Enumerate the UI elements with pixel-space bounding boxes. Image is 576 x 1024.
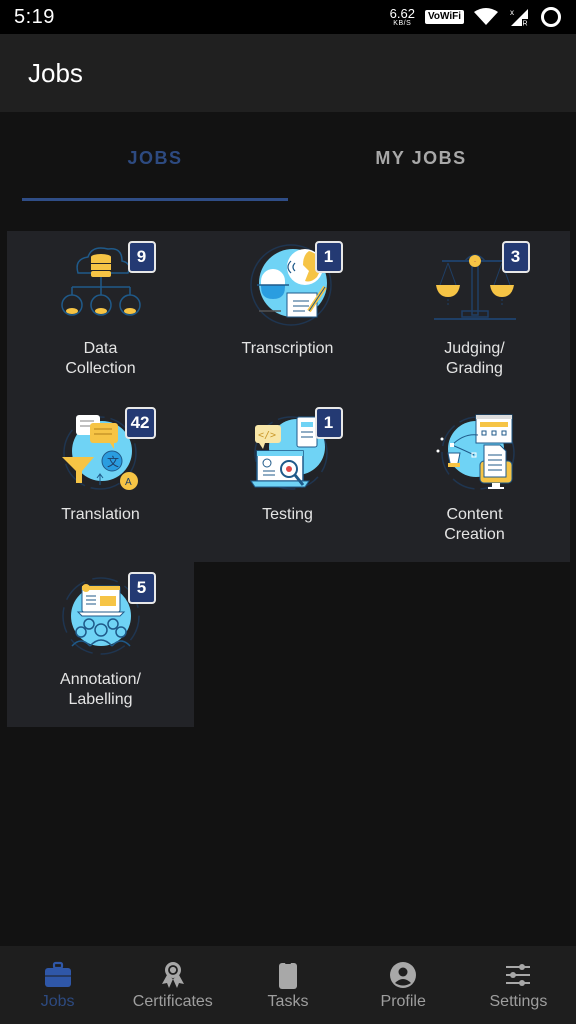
svg-text:x: x (510, 8, 514, 17)
category-card-testing[interactable]: </> 1 Testing (194, 397, 381, 562)
nav-label: Profile (380, 993, 426, 1010)
category-icon-wrap: 5 (56, 570, 156, 660)
nav-item-tasks[interactable]: Tasks (230, 946, 345, 1024)
tab-indicator (22, 198, 288, 201)
nav-label: Tasks (267, 993, 309, 1010)
tab-my-jobs-label: MY JOBS (375, 147, 467, 168)
network-speed: 6.62 KB/S (390, 7, 415, 27)
vowifi-badge: VoWiFi (424, 10, 464, 24)
tab-jobs[interactable]: JOBS (22, 112, 288, 204)
category-card-annotation-labelling[interactable]: 5 Annotation/ Labelling (7, 562, 194, 727)
content-creation-icon (436, 414, 515, 490)
sliders-icon (506, 964, 531, 986)
job-count-badge: 42 (124, 407, 156, 439)
briefcase-icon (44, 961, 71, 987)
job-count-badge: 1 (314, 407, 343, 439)
job-count-badge: 1 (314, 241, 343, 273)
svg-text:文: 文 (107, 454, 119, 469)
category-card-translation[interactable]: 文 A 42 Translation (7, 397, 194, 562)
category-label: Transcription (241, 340, 334, 357)
svg-text:A: A (125, 477, 132, 488)
clipboard-icon (279, 962, 297, 989)
category-label: Annotation/ Labelling (60, 671, 141, 708)
status-icons: 6.62 KB/S VoWiFi x R (390, 6, 562, 28)
tab-my-jobs[interactable]: MY JOBS (288, 112, 554, 204)
nav-label: Settings (489, 993, 548, 1010)
nav-item-profile[interactable]: Profile (346, 946, 461, 1024)
nav-item-jobs[interactable]: Jobs (0, 946, 115, 1024)
svg-text:</>: </> (258, 430, 276, 441)
category-label: Translation (61, 506, 140, 523)
category-label: Data Collection (65, 340, 136, 377)
category-card-data-collection[interactable]: 9 Data Collection (7, 231, 194, 396)
signal-icon: x R (508, 7, 530, 27)
battery-ring-icon (540, 6, 562, 28)
status-time: 5:19 (14, 5, 55, 28)
wifi-icon (474, 8, 498, 26)
category-icon-wrap: 1 (243, 239, 343, 329)
category-label: Content Creation (444, 506, 505, 543)
account-circle-icon (390, 962, 417, 988)
category-icon-wrap: 9 (56, 239, 156, 329)
status-bar: 5:19 6.62 KB/S VoWiFi x R (0, 0, 576, 34)
tab-bar: JOBS MY JOBS (22, 112, 554, 204)
category-icon-wrap: 3 (430, 239, 530, 329)
category-card-transcription[interactable]: 1 Transcription (194, 231, 381, 396)
category-label: Testing (262, 506, 313, 523)
category-icon-wrap: </> 1 (243, 405, 343, 495)
nav-item-certificates[interactable]: Certificates (115, 946, 230, 1024)
screen: 5:19 6.62 KB/S VoWiFi x R Jobs JOBS MY J… (0, 0, 576, 1024)
network-speed-unit: KB/S (393, 20, 412, 27)
app-bar: Jobs (0, 34, 576, 112)
job-count-badge: 9 (127, 241, 156, 273)
network-speed-value: 6.62 (389, 6, 415, 21)
bottom-navigation: Jobs Certificates Tasks Profile Settings (0, 946, 576, 1024)
svg-text:R: R (523, 21, 528, 28)
job-count-badge: 3 (501, 241, 530, 273)
page-title: Jobs (28, 57, 83, 88)
nav-label: Certificates (132, 993, 213, 1010)
category-label: Judging/ Grading (444, 340, 505, 377)
category-card-judging-grading[interactable]: 3 Judging/ Grading (381, 231, 568, 396)
tab-jobs-label: JOBS (127, 147, 183, 168)
award-icon (161, 962, 184, 988)
nav-label: Jobs (40, 993, 75, 1010)
nav-item-settings[interactable]: Settings (461, 946, 576, 1024)
category-card-content-creation[interactable]: Content Creation (381, 397, 568, 562)
category-icon-wrap (430, 405, 520, 495)
job-count-badge: 5 (127, 572, 156, 604)
category-icon-wrap: 文 A 42 (56, 405, 156, 495)
